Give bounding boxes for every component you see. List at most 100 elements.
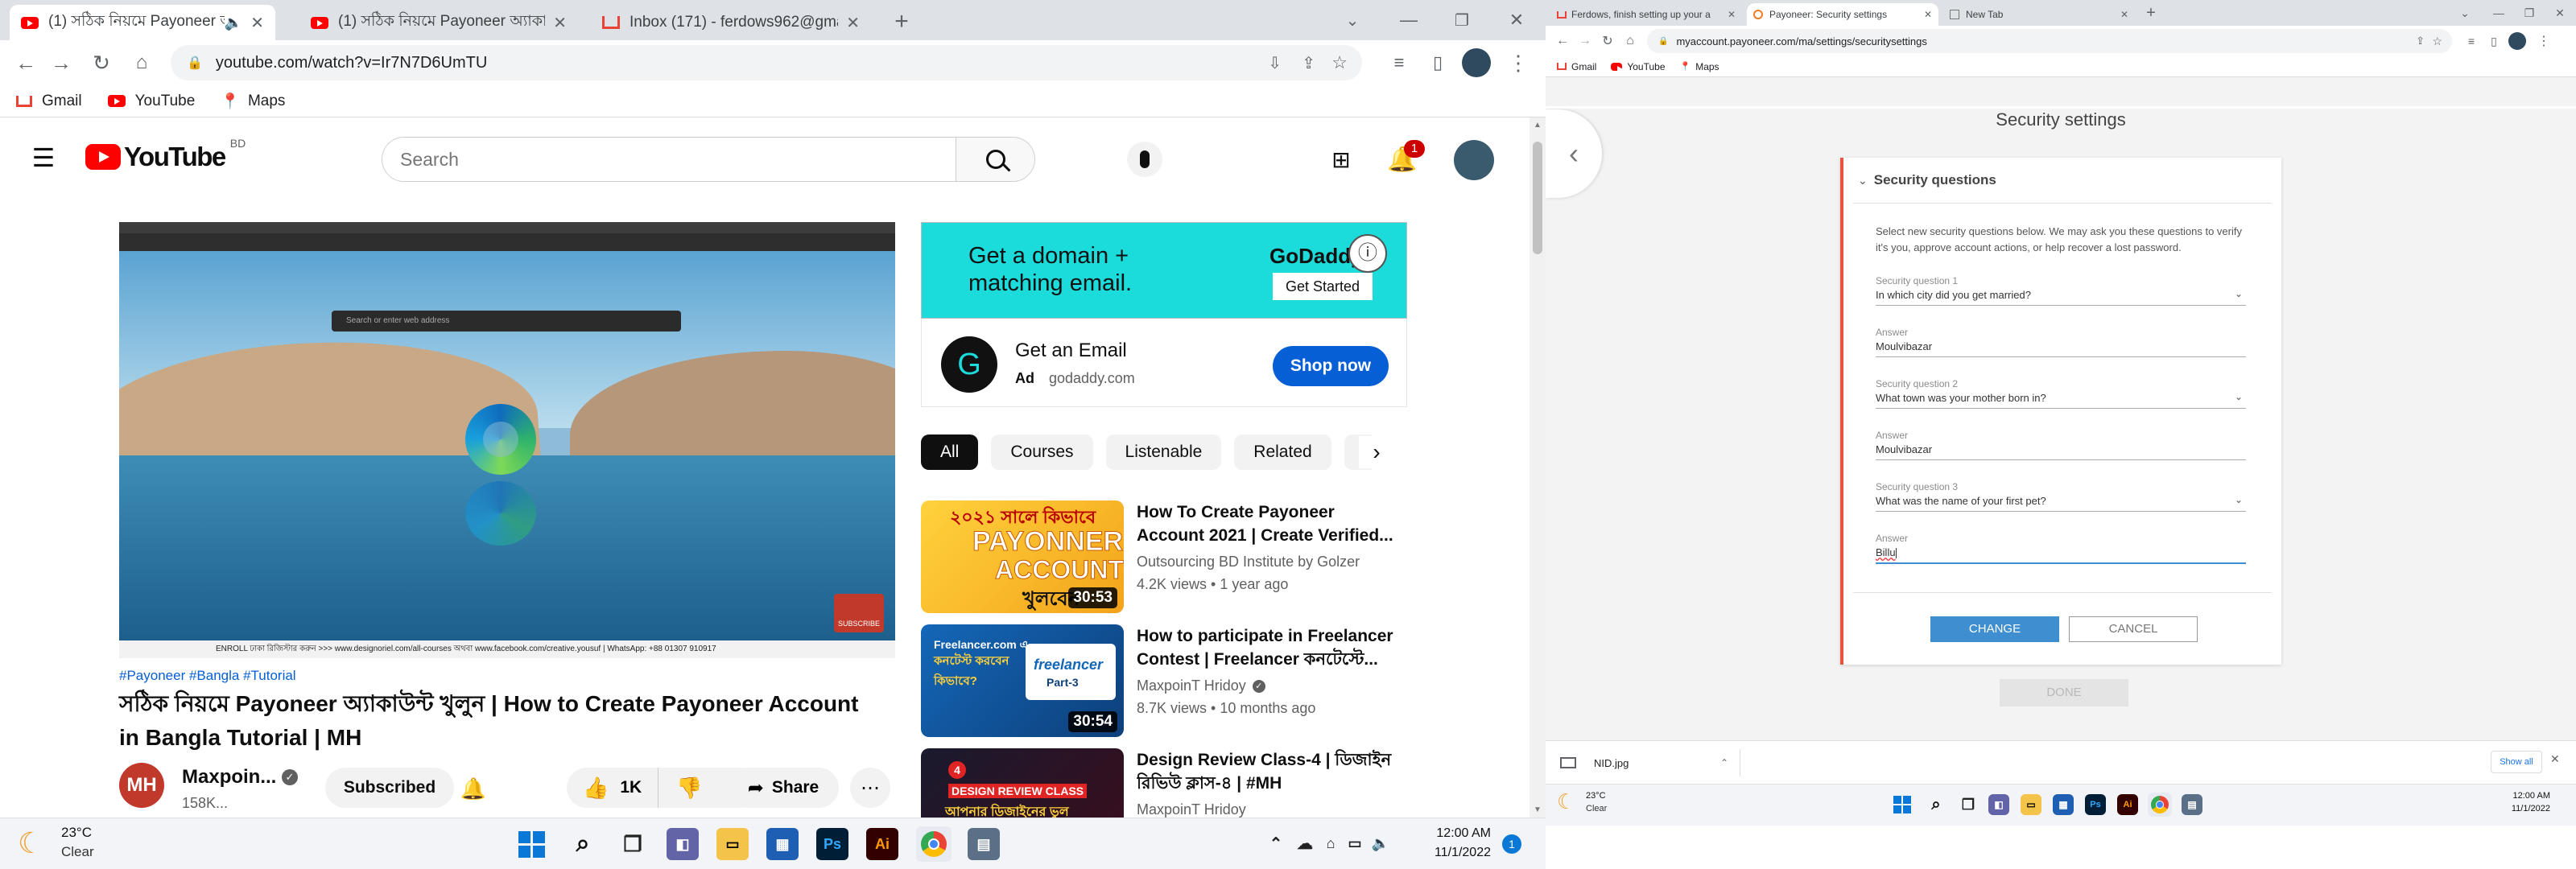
voice-search-icon[interactable]: [1127, 142, 1162, 177]
weather-temp[interactable]: 23°C: [61, 825, 92, 841]
menu-dots-icon[interactable]: ⋮: [1502, 47, 1534, 79]
youtube-logo[interactable]: YouTube BD: [85, 137, 246, 172]
subscribed-button[interactable]: Subscribed: [325, 768, 454, 808]
channel-avatar[interactable]: MH: [119, 763, 164, 808]
video-hashtags[interactable]: #Payoneer #Bangla #Tutorial: [119, 668, 296, 684]
ad-banner[interactable]: Get a domain + matching email. GoDaddy ⓘ…: [921, 222, 1407, 319]
onedrive-icon[interactable]: ☁: [1294, 831, 1315, 855]
install-icon[interactable]: ⇩: [1268, 53, 1282, 73]
reload-icon[interactable]: ↻: [85, 47, 118, 79]
audio-icon[interactable]: 🔈: [225, 14, 242, 31]
channel-name[interactable]: Maxpoin...: [182, 766, 276, 789]
tab-payoneer[interactable]: Payoneer: Security settings ✕: [1747, 3, 1938, 26]
show-all-button[interactable]: Show all: [2491, 751, 2542, 773]
search-input[interactable]: [382, 138, 956, 181]
download-bar-close-icon[interactable]: ✕: [2550, 752, 2560, 766]
profile-avatar[interactable]: [1462, 48, 1491, 77]
done-button[interactable]: DONE: [2000, 679, 2128, 706]
home-icon[interactable]: ⌂: [1620, 31, 1641, 51]
related-video[interactable]: 4 DESIGN REVIEW CLASS আপনার ডিজাইনের ভুল…: [921, 748, 1404, 818]
download-chevron-icon[interactable]: ⌃: [1720, 757, 1728, 768]
calculator-icon[interactable]: ▤: [968, 828, 1000, 860]
close-icon[interactable]: ✕: [2112, 9, 2128, 20]
chevron-down-icon[interactable]: ⌄: [1336, 6, 1368, 34]
question-select[interactable]: What town was your mother born in? ⌄: [1876, 389, 2246, 409]
file-explorer-icon[interactable]: ▭: [716, 828, 749, 860]
chip-related[interactable]: Related: [1234, 434, 1331, 470]
tray-chevron-icon[interactable]: ⌃: [1265, 831, 1286, 855]
calculator-icon[interactable]: ▤: [2182, 794, 2202, 815]
share-icon[interactable]: ⇪: [1302, 53, 1315, 73]
search-button[interactable]: [956, 138, 1034, 181]
chat-icon[interactable]: ◧: [1988, 794, 2009, 815]
volume-icon[interactable]: 🔈: [1370, 831, 1391, 855]
chip-all[interactable]: All: [921, 434, 979, 470]
bookmark-star-icon[interactable]: ☆: [1331, 52, 1348, 73]
tab-youtube-2[interactable]: (1) সঠিক নিয়মে Payoneer অ্যাকা ✕: [299, 5, 578, 40]
share-button[interactable]: ➦ Share: [728, 768, 839, 808]
chips-next-icon[interactable]: ›: [1359, 436, 1394, 468]
close-icon[interactable]: ✕: [1719, 9, 1736, 20]
media-icon[interactable]: ≡: [2462, 31, 2481, 51]
scrollbar-down-icon[interactable]: ▼: [1534, 805, 1542, 814]
minimize-icon[interactable]: —: [1393, 6, 1425, 34]
related-video[interactable]: ২০২১ সালে কিভাবে PAYONNER ACCOUNT খুলবেন…: [921, 500, 1404, 613]
bookmark-youtube[interactable]: YouTube: [107, 93, 195, 110]
chat-icon[interactable]: ◧: [667, 828, 699, 860]
bookmark-youtube[interactable]: YouTube: [1611, 61, 1666, 72]
user-avatar[interactable]: [1454, 140, 1494, 180]
answer-1[interactable]: Answer Moulvibazar: [1876, 327, 2246, 357]
answer-input-focused[interactable]: Billu: [1876, 544, 2246, 565]
close-icon[interactable]: ✕: [242, 13, 264, 33]
shop-now-button[interactable]: Shop now: [1273, 346, 1389, 386]
clock-time[interactable]: 12:00 AM: [2494, 791, 2550, 801]
create-video-icon[interactable]: ⊞: [1325, 145, 1357, 174]
address-bar[interactable]: 🔒 myaccount.payoneer.com/ma/settings/sec…: [1647, 29, 2452, 53]
restore-icon[interactable]: ❐: [2520, 3, 2539, 23]
hamburger-menu-icon[interactable]: ☰: [26, 140, 61, 175]
answer-3[interactable]: Answer Billu: [1876, 533, 2246, 565]
forward-icon[interactable]: →: [1575, 31, 1596, 51]
download-item[interactable]: NID.jpg ⌃: [1554, 749, 1740, 776]
minimize-icon[interactable]: —: [2489, 3, 2508, 23]
change-button[interactable]: CHANGE: [1930, 616, 2059, 642]
notification-count-badge[interactable]: 1: [1502, 834, 1521, 854]
photoshop-icon[interactable]: Ps: [816, 828, 848, 860]
store-icon[interactable]: ▦: [766, 828, 799, 860]
answer-input[interactable]: Moulvibazar: [1876, 441, 2246, 460]
bookmark-gmail[interactable]: Gmail: [16, 93, 82, 110]
window-close-icon[interactable]: ✕: [2550, 3, 2570, 23]
back-icon[interactable]: ←: [1552, 31, 1573, 51]
windows-start-icon[interactable]: [515, 828, 547, 860]
tab-gmail-payoneer[interactable]: Ferdows, finish setting up your a ✕: [1550, 3, 1742, 26]
scrollbar-thumb[interactable]: [1533, 142, 1542, 254]
cancel-button[interactable]: CANCEL: [2069, 616, 2198, 642]
reload-icon[interactable]: ↻: [1597, 31, 1618, 51]
restore-icon[interactable]: ❐: [1446, 6, 1478, 34]
address-bar[interactable]: 🔒 youtube.com/watch?v=Ir7N7D6UmTU ⇩ ⇪ ☆: [171, 45, 1362, 80]
taskbar-search-icon[interactable]: ⌕: [1924, 793, 1948, 817]
task-view-icon[interactable]: ❐: [1956, 793, 1980, 817]
related-video[interactable]: Freelancer.com এ কনটেস্ট করবেন কিভাবে? f…: [921, 624, 1404, 737]
chevron-down-icon[interactable]: ⌄: [2455, 3, 2475, 23]
dislike-button[interactable]: 👎: [658, 776, 720, 801]
bookmark-gmail[interactable]: Gmail: [1557, 61, 1596, 72]
ad-get-started-button[interactable]: Get Started: [1273, 273, 1373, 300]
store-icon[interactable]: ▦: [2053, 794, 2074, 815]
more-actions-icon[interactable]: ⋯: [850, 768, 890, 808]
section-header[interactable]: ⌄ Security questions: [1858, 172, 1996, 188]
question-select[interactable]: In which city did you get married? ⌄: [1876, 286, 2246, 306]
taskbar-search-icon[interactable]: ⌕: [567, 828, 599, 860]
tab-youtube-1[interactable]: (1) সঠিক নিয়মে Payoneer অ 🔈 ✕: [10, 5, 275, 40]
chrome-icon[interactable]: [2148, 793, 2172, 817]
clock-time[interactable]: 12:00 AM: [1426, 826, 1491, 841]
page-scrollbar[interactable]: ▲ ▼: [1530, 117, 1546, 818]
back-icon[interactable]: ←: [10, 47, 42, 79]
window-close-icon[interactable]: ✕: [1501, 6, 1533, 34]
forward-icon[interactable]: →: [45, 47, 77, 79]
scrollbar-up-icon[interactable]: ▲: [1534, 121, 1542, 130]
profile-avatar[interactable]: [2508, 32, 2526, 50]
bookmark-star-icon[interactable]: ☆: [2432, 35, 2442, 48]
chip-courses[interactable]: Courses: [991, 434, 1093, 470]
question-select[interactable]: What was the name of your first pet? ⌄: [1876, 492, 2246, 512]
